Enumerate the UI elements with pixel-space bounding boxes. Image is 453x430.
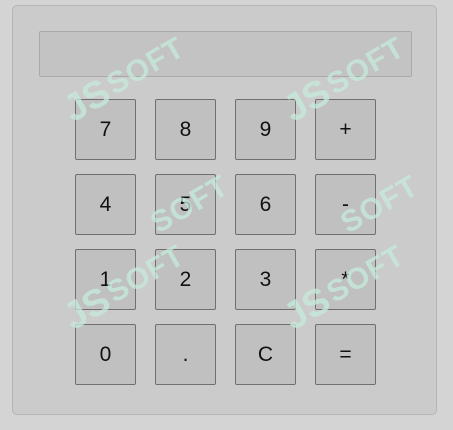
keypad: 7 8 9 + 4 5 6 - 1 2 3 * 0 . C = <box>75 99 376 385</box>
key-multiply[interactable]: * <box>315 249 376 310</box>
key-9[interactable]: 9 <box>235 99 296 160</box>
key-6[interactable]: 6 <box>235 174 296 235</box>
calculator: 7 8 9 + 4 5 6 - 1 2 3 * 0 . C = <box>12 5 437 415</box>
key-1[interactable]: 1 <box>75 249 136 310</box>
key-7[interactable]: 7 <box>75 99 136 160</box>
key-4[interactable]: 4 <box>75 174 136 235</box>
calculator-display <box>39 31 412 77</box>
key-8[interactable]: 8 <box>155 99 216 160</box>
key-0[interactable]: 0 <box>75 324 136 385</box>
key-equals[interactable]: = <box>315 324 376 385</box>
key-decimal[interactable]: . <box>155 324 216 385</box>
key-2[interactable]: 2 <box>155 249 216 310</box>
key-plus[interactable]: + <box>315 99 376 160</box>
key-clear[interactable]: C <box>235 324 296 385</box>
key-minus[interactable]: - <box>315 174 376 235</box>
key-3[interactable]: 3 <box>235 249 296 310</box>
key-5[interactable]: 5 <box>155 174 216 235</box>
